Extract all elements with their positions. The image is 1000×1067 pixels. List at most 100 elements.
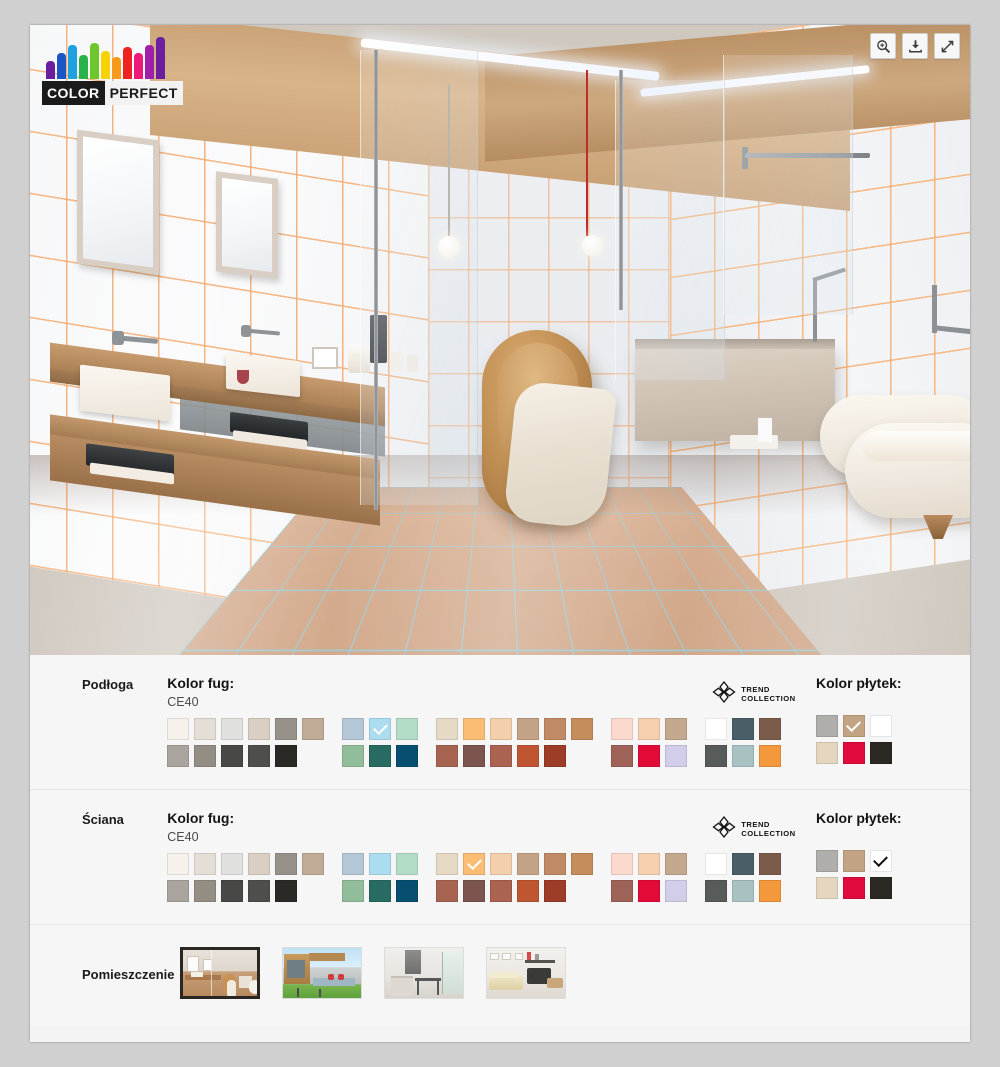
tile-swatch[interactable] xyxy=(869,715,892,737)
grout-swatch[interactable] xyxy=(275,718,298,740)
grout-swatch[interactable] xyxy=(759,718,782,740)
grout-swatch[interactable] xyxy=(302,718,325,740)
grout-swatch[interactable] xyxy=(463,718,486,740)
grout-swatch[interactable] xyxy=(544,745,567,767)
grout-swatch[interactable] xyxy=(436,853,459,875)
grout-swatch[interactable] xyxy=(638,718,661,740)
grout-swatch[interactable] xyxy=(517,853,540,875)
grout-swatch[interactable] xyxy=(436,880,459,902)
grout-swatch[interactable] xyxy=(517,718,540,740)
grout-swatch[interactable] xyxy=(611,745,634,767)
grout-swatch[interactable] xyxy=(705,853,728,875)
grout-swatch[interactable] xyxy=(221,880,244,902)
grout-swatch[interactable] xyxy=(732,745,755,767)
tile-swatch[interactable] xyxy=(842,877,865,899)
grout-swatch[interactable] xyxy=(665,853,688,875)
tile-swatch[interactable] xyxy=(815,850,838,872)
grout-swatch[interactable] xyxy=(517,745,540,767)
grout-swatch[interactable] xyxy=(732,718,755,740)
grout-swatch[interactable] xyxy=(705,880,728,902)
grout-swatch[interactable] xyxy=(275,880,298,902)
grout-swatch[interactable] xyxy=(463,745,486,767)
zoom-in-icon[interactable] xyxy=(870,33,896,59)
grout-swatch[interactable] xyxy=(732,853,755,875)
grout-swatch[interactable] xyxy=(611,880,634,902)
tile-swatch[interactable] xyxy=(842,715,865,737)
grout-swatch[interactable] xyxy=(490,853,513,875)
grout-swatch[interactable] xyxy=(342,853,365,875)
grout-swatch[interactable] xyxy=(490,718,513,740)
tile-swatch[interactable] xyxy=(869,877,892,899)
grout-swatch[interactable] xyxy=(665,745,688,767)
grout-swatch[interactable] xyxy=(396,853,419,875)
grout-swatch[interactable] xyxy=(490,880,513,902)
grout-swatch[interactable] xyxy=(611,853,634,875)
grout-swatch[interactable] xyxy=(342,718,365,740)
grout-swatch[interactable] xyxy=(759,853,782,875)
grout-swatch[interactable] xyxy=(275,853,298,875)
grout-swatch[interactable] xyxy=(544,718,567,740)
visualizer-stage[interactable]: COLOR PERFECT xyxy=(30,25,970,655)
grout-swatch[interactable] xyxy=(571,718,594,740)
grout-swatch[interactable] xyxy=(705,745,728,767)
room-thumbnail-lazienka[interactable] xyxy=(180,947,260,999)
tile-swatch[interactable] xyxy=(869,850,892,872)
grout-swatch[interactable] xyxy=(638,853,661,875)
grout-swatch[interactable] xyxy=(611,718,634,740)
grout-swatch[interactable] xyxy=(705,718,728,740)
tile-swatch[interactable] xyxy=(815,742,838,764)
grout-swatch[interactable] xyxy=(248,853,271,875)
grout-swatch[interactable] xyxy=(463,853,486,875)
grout-swatch[interactable] xyxy=(167,880,190,902)
room-thumbnail-taras[interactable] xyxy=(282,947,362,999)
grout-swatch[interactable] xyxy=(638,745,661,767)
fullscreen-icon[interactable] xyxy=(934,33,960,59)
grout-swatch[interactable] xyxy=(759,745,782,767)
grout-swatch[interactable] xyxy=(369,745,392,767)
download-icon[interactable] xyxy=(902,33,928,59)
grout-swatch[interactable] xyxy=(342,745,365,767)
tile-swatch[interactable] xyxy=(869,742,892,764)
grout-swatch[interactable] xyxy=(167,853,190,875)
tile-swatch[interactable] xyxy=(842,742,865,764)
grout-swatch[interactable] xyxy=(248,880,271,902)
grout-swatch[interactable] xyxy=(275,745,298,767)
grout-swatch[interactable] xyxy=(221,745,244,767)
grout-swatch[interactable] xyxy=(665,718,688,740)
grout-swatch[interactable] xyxy=(463,880,486,902)
grout-swatch[interactable] xyxy=(665,880,688,902)
grout-swatch[interactable] xyxy=(759,880,782,902)
grout-swatch[interactable] xyxy=(571,853,594,875)
grout-swatch[interactable] xyxy=(194,718,217,740)
grout-swatch[interactable] xyxy=(490,745,513,767)
grout-swatch[interactable] xyxy=(248,745,271,767)
tile-swatch[interactable] xyxy=(842,850,865,872)
grout-swatch[interactable] xyxy=(732,880,755,902)
grout-swatch[interactable] xyxy=(544,880,567,902)
grout-swatch[interactable] xyxy=(396,745,419,767)
grout-swatch[interactable] xyxy=(638,880,661,902)
room-thumbnail-salon[interactable] xyxy=(486,947,566,999)
grout-swatch[interactable] xyxy=(544,853,567,875)
room-thumbnail-kuchnia[interactable] xyxy=(384,947,464,999)
grout-swatch[interactable] xyxy=(342,880,365,902)
grout-swatch[interactable] xyxy=(396,880,419,902)
grout-swatch[interactable] xyxy=(517,880,540,902)
grout-swatch[interactable] xyxy=(436,718,459,740)
grout-swatch[interactable] xyxy=(369,880,392,902)
tile-swatch[interactable] xyxy=(815,715,838,737)
grout-swatch[interactable] xyxy=(369,853,392,875)
tile-swatch[interactable] xyxy=(815,877,838,899)
grout-swatch[interactable] xyxy=(194,745,217,767)
grout-swatch[interactable] xyxy=(248,718,271,740)
grout-swatch[interactable] xyxy=(221,853,244,875)
grout-swatch[interactable] xyxy=(369,718,392,740)
grout-swatch[interactable] xyxy=(302,853,325,875)
grout-swatch[interactable] xyxy=(396,718,419,740)
grout-swatch[interactable] xyxy=(194,853,217,875)
grout-swatch[interactable] xyxy=(194,880,217,902)
grout-swatch[interactable] xyxy=(436,745,459,767)
grout-swatch[interactable] xyxy=(221,718,244,740)
grout-swatch[interactable] xyxy=(167,745,190,767)
grout-swatch[interactable] xyxy=(167,718,190,740)
